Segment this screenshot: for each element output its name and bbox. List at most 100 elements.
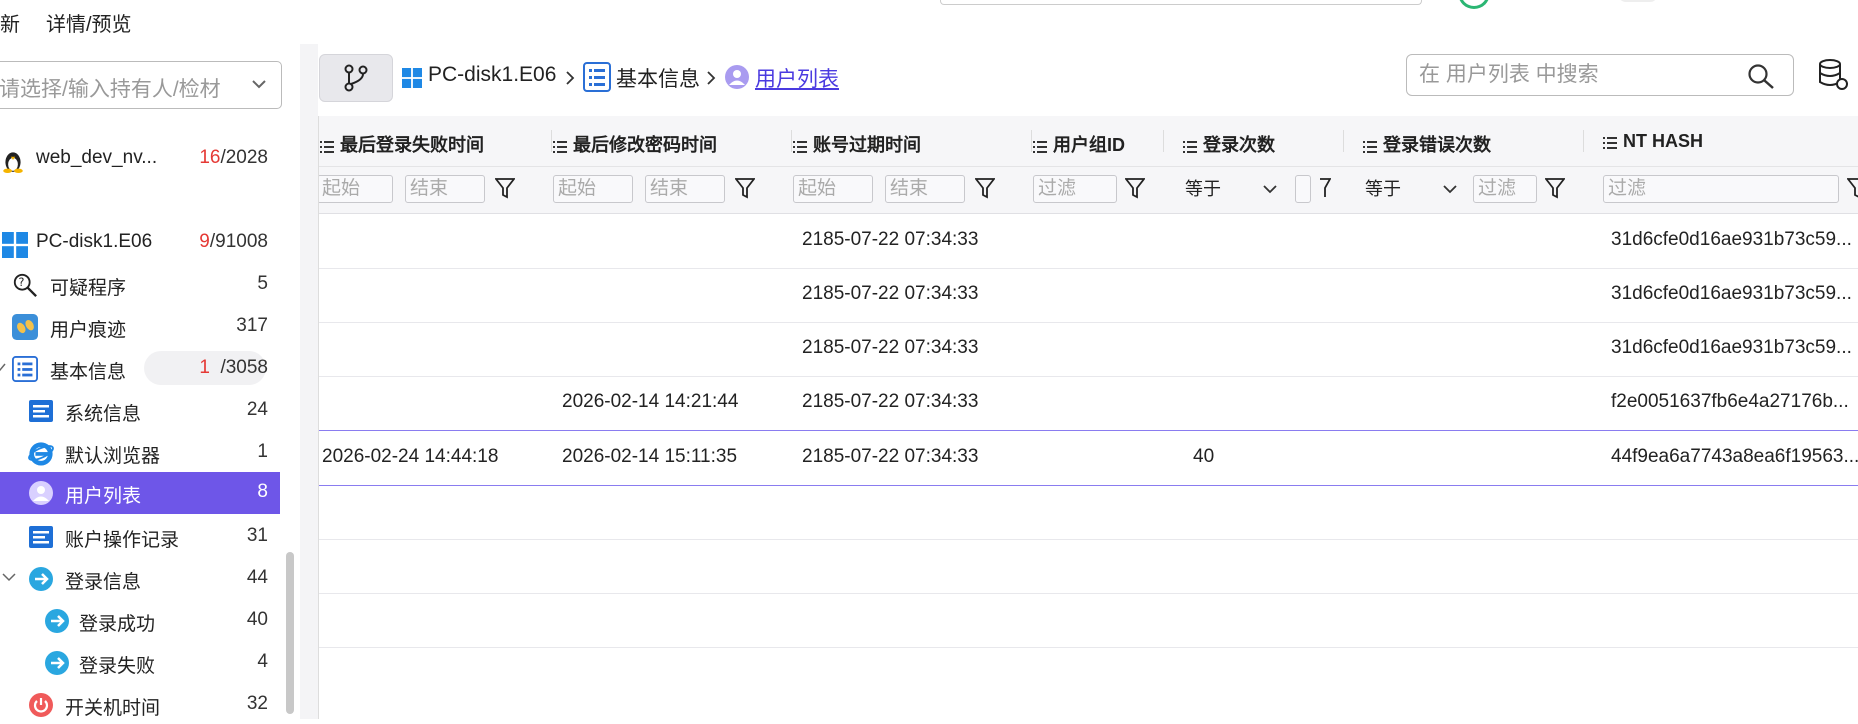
cell-logins: 40 <box>1193 446 1215 467</box>
sidebar-item-login-info[interactable]: 登录信息 44 <box>0 558 280 598</box>
sidebar-item-count: 5 <box>257 273 268 294</box>
chevron-right-icon <box>566 71 575 85</box>
column-separator[interactable] <box>791 130 792 152</box>
filter-funnel-icon[interactable] <box>495 177 515 199</box>
filter-end-input[interactable]: 结束 <box>885 175 965 203</box>
owner-select-placeholder: 请选择/输入持有人/检材 <box>0 78 221 101</box>
breadcrumb-section[interactable]: 基本信息 <box>616 63 700 93</box>
cell-expire: 2185-07-22 07:34:33 <box>802 446 979 467</box>
sidebar-item-user-traces[interactable]: 用户痕迹 317 <box>0 306 280 346</box>
chevron-down-icon <box>1443 185 1457 194</box>
linux-penguin-icon <box>3 152 23 173</box>
tree-device-linux[interactable]: web_dev_nv... 16/2028 <box>0 138 280 178</box>
breadcrumb-device[interactable]: PC-disk1.E06 <box>428 63 556 87</box>
menu-new[interactable]: 新 <box>0 8 20 37</box>
table-row[interactable]: 2026-02-14 14:21:44 2185-07-22 07:34:33 … <box>319 376 1858 431</box>
filter-text-input[interactable] <box>1295 175 1311 203</box>
column-header[interactable]: NT HASH <box>1603 131 1703 152</box>
list-icon <box>12 356 38 382</box>
database-settings-icon[interactable] <box>1818 58 1848 92</box>
sidebar-item-system-info[interactable]: 系统信息 24 <box>0 390 280 430</box>
table-row[interactable]: 2185-07-22 07:34:33 31d6cfe0d16ae931b73c… <box>319 268 1858 323</box>
branch-button[interactable] <box>319 54 393 102</box>
chevron-down-icon[interactable] <box>0 361 6 373</box>
filter-funnel-icon[interactable] <box>975 177 995 199</box>
user-icon <box>725 65 749 89</box>
breadcrumb-current[interactable]: 用户列表 <box>755 63 839 93</box>
tree-device-pc-label: PC-disk1.E06 <box>36 231 153 252</box>
table-row-empty <box>319 539 1858 594</box>
cell-expire: 2185-07-22 07:34:33 <box>802 229 979 250</box>
sidebar-item-suspicious-programs[interactable]: ? 可疑程序 5 <box>0 264 280 304</box>
info-card-icon <box>29 526 53 548</box>
column-header[interactable]: 最后登录失败时间 <box>320 131 484 157</box>
table-row[interactable]: 2185-07-22 07:34:33 31d6cfe0d16ae931b73c… <box>319 322 1858 377</box>
cell-nthash: f2e0051637fb6e4a27176b... <box>1611 391 1849 412</box>
filter-operator-select[interactable]: 等于 <box>1185 175 1281 203</box>
column-separator[interactable] <box>551 130 552 152</box>
user-table: 最后登录失败时间 最后修改密码时间 账号过期时间 用户组ID 登录次数 登录错误… <box>318 116 1858 719</box>
menu-detail-preview[interactable]: 详情/预览 <box>46 8 132 37</box>
windows-icon <box>2 232 28 258</box>
cell-expire: 2185-07-22 07:34:33 <box>802 283 979 304</box>
tree-device-pc-count: 9/91008 <box>199 231 268 252</box>
filter-funnel-icon[interactable] <box>735 177 755 199</box>
column-separator[interactable] <box>1163 130 1164 152</box>
sidebar-item-label: 用户痕迹 <box>50 320 127 341</box>
list-small-icon <box>1603 137 1617 149</box>
column-header[interactable]: 登录错误次数 <box>1363 131 1491 157</box>
pane-divider[interactable] <box>300 44 318 719</box>
column-header[interactable]: 最后修改密码时间 <box>553 131 717 157</box>
column-separator[interactable] <box>1031 130 1032 152</box>
filter-start-input[interactable]: 起始 <box>553 175 633 203</box>
table-row-selected[interactable]: 2026-02-24 14:44:18 2026-02-14 15:11:35 … <box>319 430 1858 486</box>
cell-nthash: 31d6cfe0d16ae931b73c59... <box>1611 229 1852 250</box>
filter-funnel-icon[interactable] <box>1125 177 1145 199</box>
column-header[interactable]: 账号过期时间 <box>793 131 921 157</box>
search-box[interactable] <box>1406 54 1794 96</box>
top-input-box[interactable] <box>940 0 1422 5</box>
sidebar-item-count: 8 <box>257 481 268 502</box>
branch-icon <box>344 64 368 92</box>
filter-funnel-icon[interactable] <box>1319 177 1331 199</box>
sidebar-scrollbar[interactable] <box>286 552 294 714</box>
sidebar-item-login-fail[interactable]: 登录失败 4 <box>0 642 280 682</box>
tree-device-linux-label: web_dev_nv... <box>36 147 158 168</box>
chevron-down-icon[interactable] <box>2 571 16 583</box>
column-header[interactable]: 登录次数 <box>1183 131 1275 157</box>
top-bar <box>0 0 1858 44</box>
login-arrow-icon <box>29 567 53 591</box>
sidebar-item-count: 24 <box>246 399 268 420</box>
table-row[interactable]: 2185-07-22 07:34:33 31d6cfe0d16ae931b73c… <box>319 214 1858 269</box>
sidebar-item-user-list[interactable]: 用户列表 8 <box>0 472 280 514</box>
sidebar-item-power-time[interactable]: 开关机时间 32 <box>0 684 280 724</box>
filter-operator-select[interactable]: 等于 <box>1365 175 1461 203</box>
avatar[interactable] <box>1618 0 1658 2</box>
tree-device-pc[interactable]: PC-disk1.E06 9/91008 <box>0 222 280 262</box>
sidebar-item-default-browser[interactable]: 默认浏览器 1 <box>0 432 280 472</box>
filter-end-input[interactable]: 结束 <box>405 175 485 203</box>
filter-operator-value: 等于 <box>1365 179 1401 199</box>
column-separator[interactable] <box>1343 130 1344 152</box>
filter-text-input[interactable]: 过滤 <box>1603 175 1839 203</box>
chevron-down-icon <box>252 80 266 89</box>
search-icon[interactable] <box>1747 63 1775 89</box>
filter-start-input[interactable]: 起始 <box>319 175 393 203</box>
sidebar-item-label: 默认浏览器 <box>65 446 161 467</box>
filter-funnel-icon[interactable] <box>1545 177 1565 199</box>
filter-end-input[interactable]: 结束 <box>645 175 725 203</box>
filter-text-input[interactable]: 过滤 <box>1033 175 1117 203</box>
sidebar-item-count: 44 <box>246 567 268 588</box>
sidebar-item-login-success[interactable]: 登录成功 40 <box>0 600 280 640</box>
filter-funnel-icon[interactable] <box>1847 177 1858 199</box>
table-header-row: 最后登录失败时间 最后修改密码时间 账号过期时间 用户组ID 登录次数 登录错误… <box>319 116 1858 167</box>
filter-text-input[interactable]: 过滤 <box>1473 175 1537 203</box>
sidebar-item-basic-info[interactable]: 基本信息 1 /3058 <box>0 348 280 388</box>
sidebar-item-account-ops[interactable]: 账户操作记录 31 <box>0 516 280 556</box>
owner-select[interactable]: 请选择/输入持有人/检材 <box>0 61 282 109</box>
search-input[interactable] <box>1417 59 1731 91</box>
column-header[interactable]: 用户组ID <box>1033 131 1125 157</box>
column-separator[interactable] <box>1583 130 1584 152</box>
filter-start-input[interactable]: 起始 <box>793 175 873 203</box>
sidebar-item-count: 1 /3058 <box>199 357 268 378</box>
